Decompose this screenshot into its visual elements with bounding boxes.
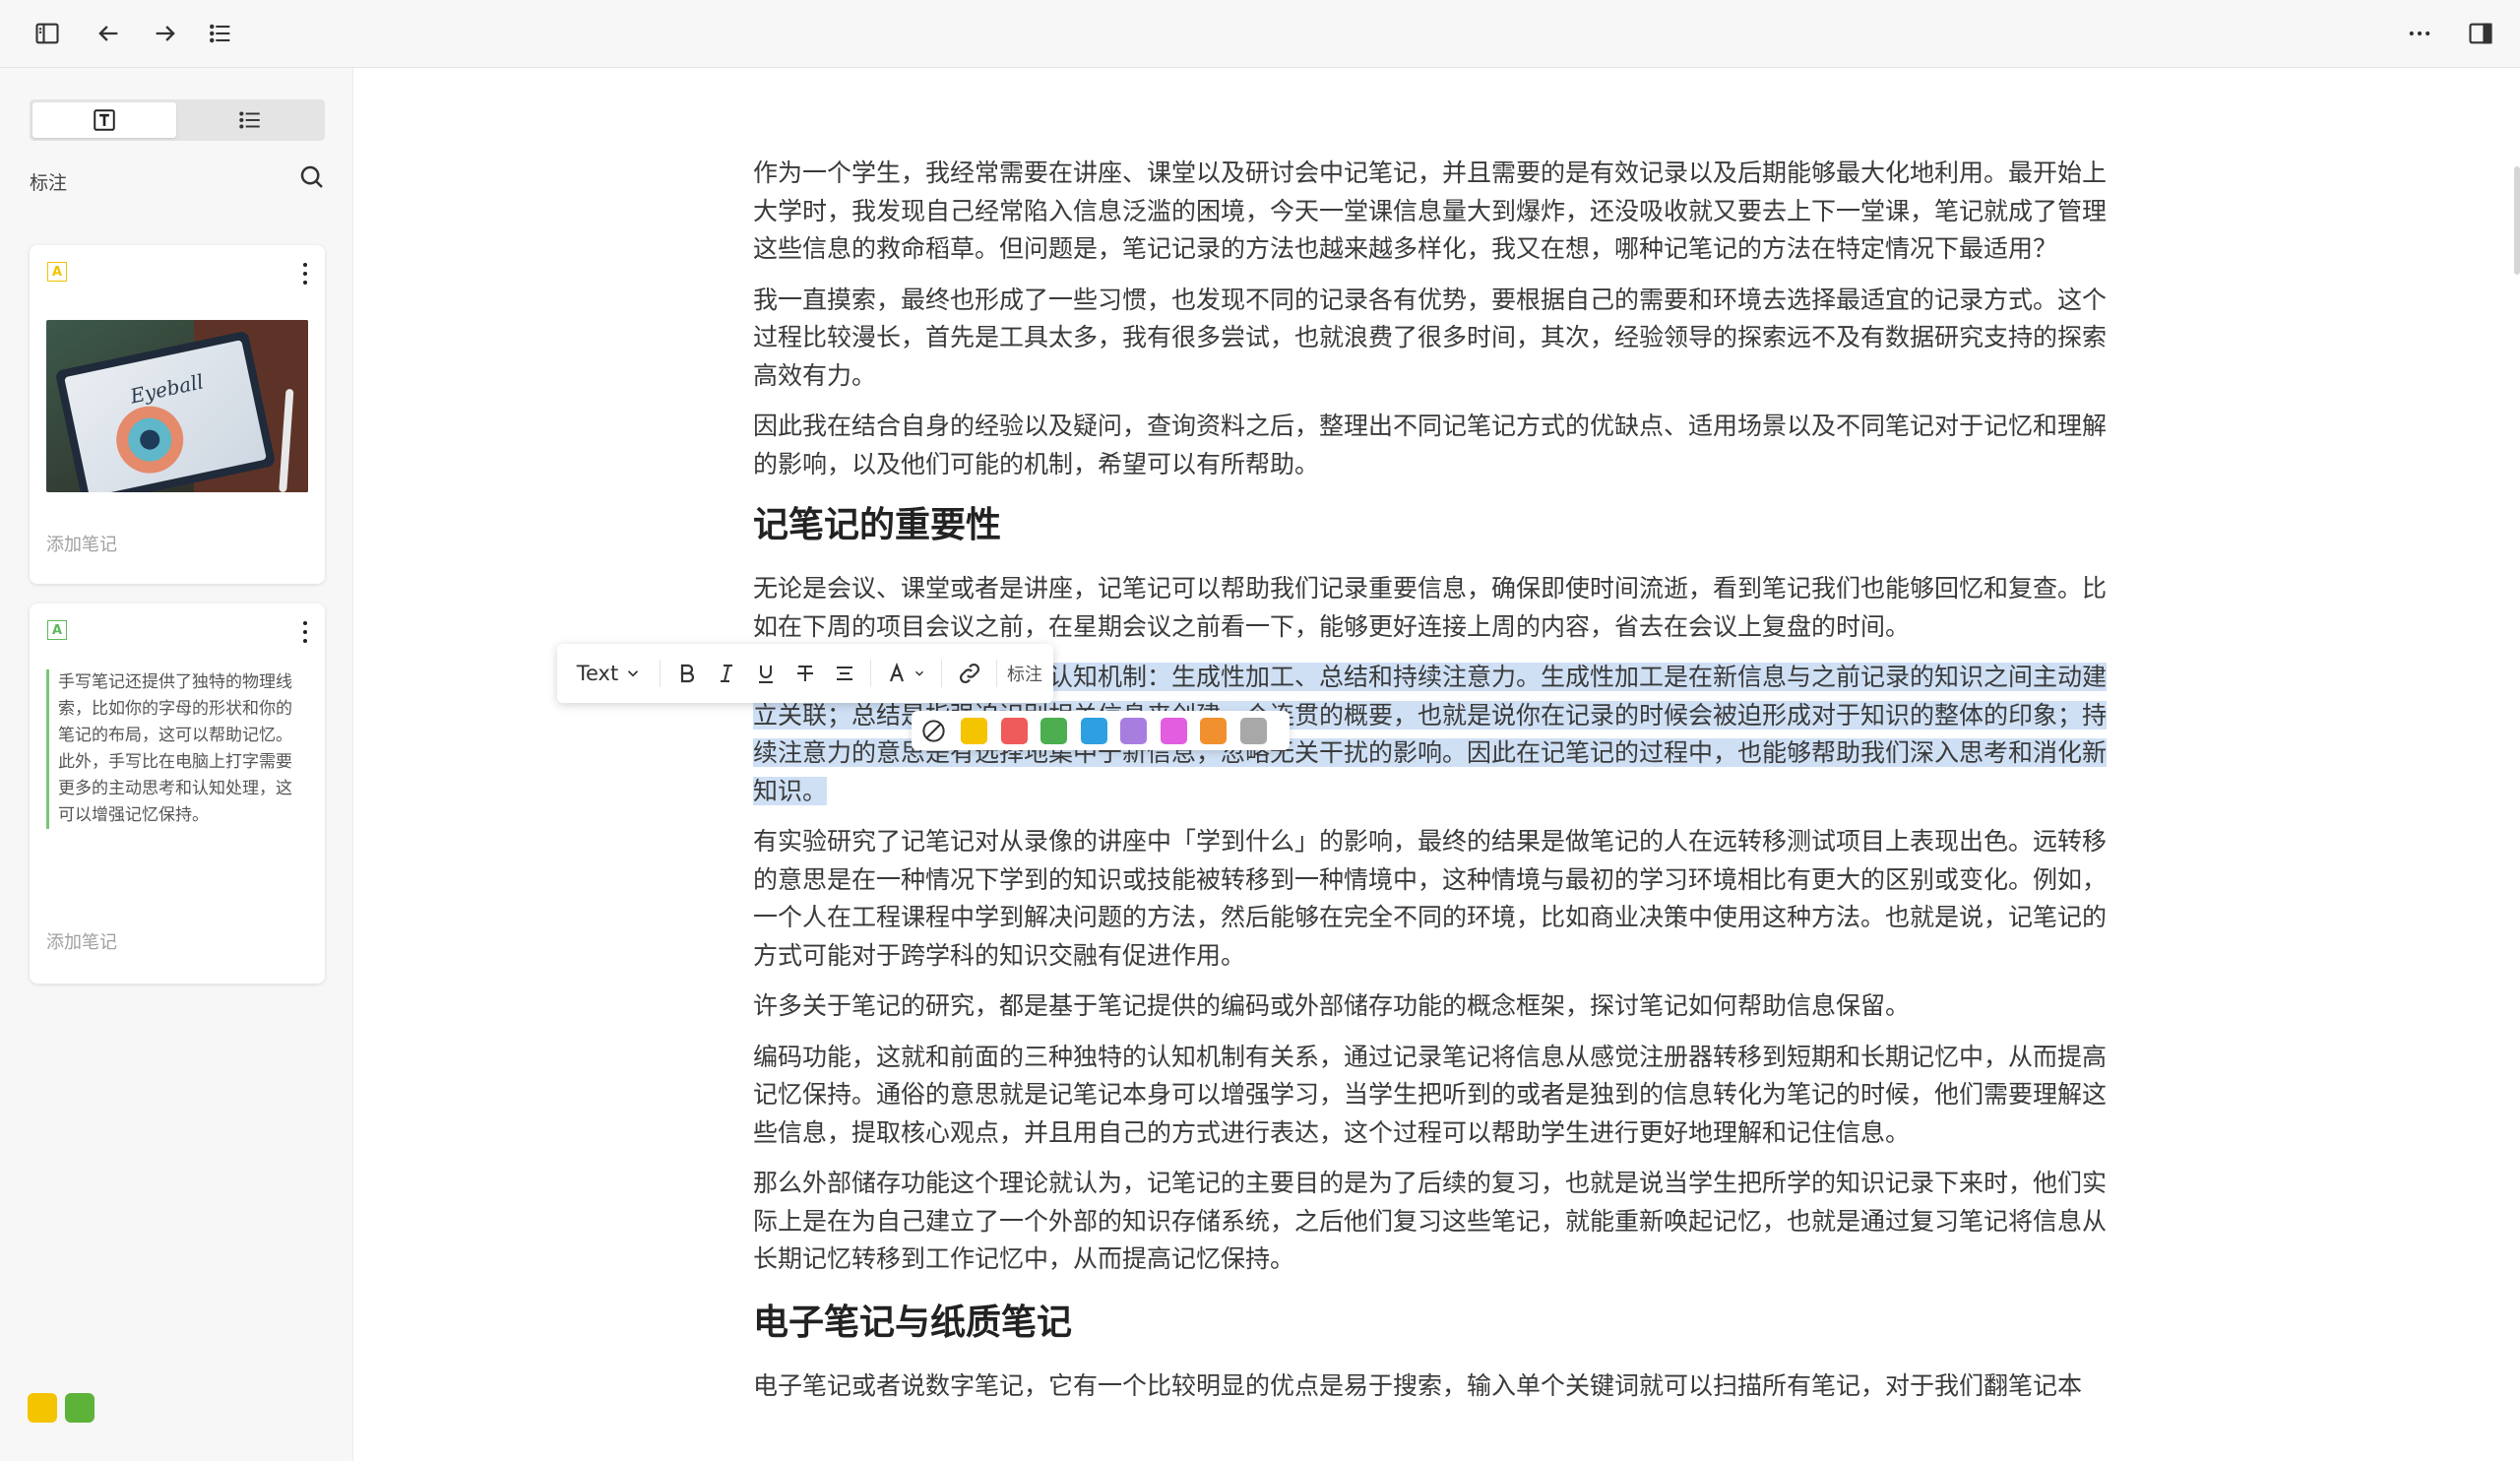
list-icon — [239, 111, 260, 129]
divider — [996, 660, 997, 687]
annotation-badge: A — [47, 262, 67, 282]
align-center-button[interactable] — [827, 644, 862, 703]
chevron-down-icon — [628, 670, 639, 677]
strikethrough-button[interactable] — [788, 644, 823, 703]
no-color-icon[interactable] — [920, 718, 947, 744]
strikethrough-icon — [797, 666, 813, 681]
highlight-color-swatch[interactable] — [1080, 718, 1107, 744]
highlight-color-swatch[interactable] — [961, 718, 987, 744]
top-bar — [0, 0, 2520, 68]
paragraph: 我一直摸索，最终也形成了一些习惯，也发现不同的记录各有优势，要根据自己的需要和环… — [753, 285, 2108, 390]
right-panel-icon[interactable] — [2461, 14, 2500, 53]
scrollbar[interactable] — [2514, 166, 2520, 275]
bold-icon — [680, 664, 695, 683]
chevron-down-icon — [915, 670, 923, 676]
align-center-icon — [837, 667, 852, 680]
divider — [870, 660, 871, 687]
add-note-button[interactable]: 添加笔记 — [46, 928, 117, 954]
card-menu-icon[interactable] — [299, 261, 311, 286]
paragraph: 那么外部储存功能这个理论就认为，记笔记的主要目的是为了后续的复习，也就是说当学生… — [753, 1169, 2108, 1273]
view-switcher — [30, 99, 325, 141]
sidebar-toggle-icon[interactable] — [28, 14, 67, 53]
text-format-icon — [94, 109, 115, 131]
document-area: 作为一个学生，我经常需要在讲座、课堂以及研讨会中记笔记，并且需要的是有效记录以及… — [353, 68, 2520, 1461]
section-heading: 电子笔记与纸质笔记 — [753, 1302, 1073, 1343]
paragraph: 电子笔记或者说数字笔记，它有一个比较明显的优点是易于搜索，输入单个关键词就可以扫… — [753, 1370, 2083, 1400]
forward-arrow-icon[interactable] — [146, 14, 185, 53]
italic-icon — [721, 665, 732, 682]
card-menu-icon[interactable] — [299, 619, 311, 645]
divider — [941, 660, 942, 687]
paragraph-part: 无论是会议、课堂或者是讲座，记笔记可以帮助我们记录重要信息，确保即使时间流逝，看… — [753, 574, 2083, 603]
paragraph: 作为一个学生，我经常需要在讲座、课堂以及研讨会中记笔记，并且需要的是有效记录以及… — [753, 159, 2108, 263]
highlight-color-picker — [912, 711, 1290, 750]
paragraph: 有实验研究了记笔记对从录像的讲座中「学到什么」的影响，最终的结果是做笔记的人在远… — [753, 827, 2108, 970]
highlight-color-swatch[interactable] — [1200, 718, 1227, 744]
add-note-button[interactable]: 添加笔记 — [46, 531, 117, 556]
annotation-card-text[interactable]: A 手写笔记还提供了独特的物理线索，比如你的字母的形状和你的笔记的布局，这可以帮… — [30, 603, 325, 984]
paragraph: 无论是会议、课堂或者是讲座，记笔记可以帮助我们记录重要信息，确保即使时间流逝，看… — [753, 570, 2111, 646]
highlight-color-swatch[interactable] — [1120, 718, 1147, 744]
paragraph: 编码功能，这就和前面的三种独特的认知机制有关系，通过记录笔记将信息从感觉注册器转… — [753, 1042, 2108, 1147]
yellow-swatch[interactable] — [28, 1393, 57, 1423]
outline-list-icon[interactable] — [201, 14, 240, 53]
highlight-color-swatch[interactable] — [1000, 718, 1028, 744]
divider — [660, 660, 661, 687]
link-icon — [960, 664, 979, 683]
italic-button[interactable] — [709, 644, 744, 703]
highlight-color-swatch[interactable] — [1040, 718, 1067, 744]
annotation-sidebar: 标注 A Eyeball 添加笔记 A 手写笔记还提供了独特的物理线索，比如你的… — [0, 68, 353, 1461]
list-view-tab[interactable] — [178, 102, 322, 138]
annotation-quote: 手写笔记还提供了独特的物理线索，比如你的字母的形状和你的笔记的布局，这可以帮助记… — [46, 669, 308, 829]
section-heading: 记笔记的重要性 — [753, 505, 1002, 545]
annotation-card-image[interactable]: A Eyeball 添加笔记 — [30, 245, 325, 584]
font-color-dropdown[interactable] — [878, 644, 933, 703]
highlight-color-swatch[interactable] — [1239, 718, 1267, 744]
annotations-label: 标注 — [30, 172, 68, 194]
annotate-button[interactable]: 标注 — [1002, 644, 1047, 703]
document-content: 作为一个学生，我经常需要在讲座、课堂以及研讨会中记笔记，并且需要的是有效记录以及… — [753, 155, 2111, 1418]
back-arrow-icon[interactable] — [89, 14, 128, 53]
format-toolbar: Text 标注 — [557, 644, 1053, 703]
green-swatch[interactable] — [65, 1393, 94, 1423]
text-style-dropdown[interactable]: Text — [569, 644, 650, 703]
annotation-badge: A — [47, 620, 67, 640]
underline-icon — [759, 666, 773, 683]
text-style-label: Text — [576, 662, 619, 685]
bold-button[interactable] — [669, 644, 705, 703]
paragraph: 因此我在结合自身的经验以及疑问，查询资料之后，整理出不同记笔记方式的优缺点、适用… — [753, 412, 2108, 478]
more-icon[interactable] — [2400, 14, 2439, 53]
highlight-color-swatch[interactable] — [1160, 718, 1187, 744]
underline-button[interactable] — [748, 644, 784, 703]
link-button[interactable] — [949, 644, 990, 703]
search-icon[interactable] — [297, 162, 327, 192]
paragraph: 许多关于笔记的研究，都是基于笔记提供的编码或外部储存功能的概念框架，探讨笔记如何… — [753, 991, 1911, 1020]
font-color-icon — [889, 662, 905, 682]
annotation-image: Eyeball — [46, 320, 308, 492]
text-view-tab[interactable] — [32, 102, 176, 138]
